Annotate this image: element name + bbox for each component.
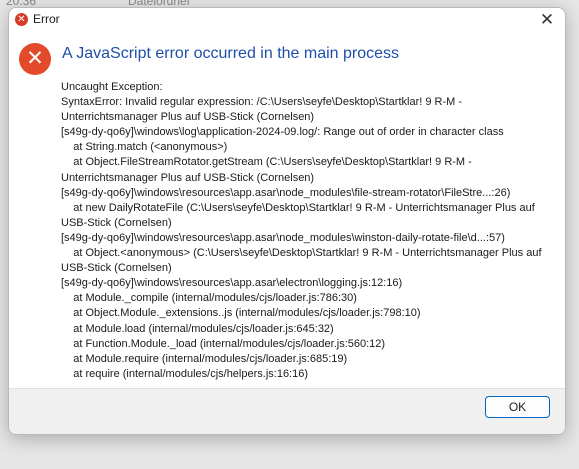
error-icon: ✕: [19, 43, 51, 75]
dialog-heading: A JavaScript error occurred in the main …: [62, 45, 400, 62]
error-dialog: ✕ Error ✕ ✕ A JavaScript error occurred …: [8, 7, 566, 435]
title-bar: ✕ Error ✕: [9, 8, 565, 30]
dialog-footer: OK: [9, 388, 565, 434]
error-icon: ✕: [15, 13, 28, 26]
window-title: Error: [33, 12, 60, 26]
error-message: Uncaught Exception: SyntaxError: Invalid…: [61, 81, 542, 380]
ok-button[interactable]: OK: [485, 396, 550, 418]
close-button[interactable]: ✕: [535, 9, 559, 31]
